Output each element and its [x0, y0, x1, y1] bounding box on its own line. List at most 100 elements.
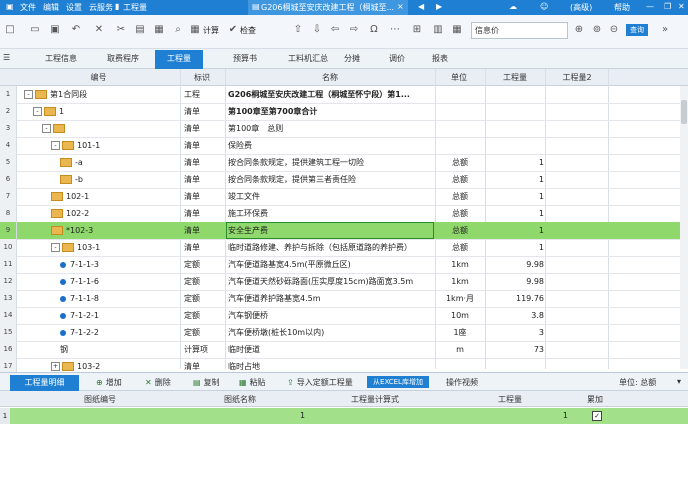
tag-cell[interactable]: 计算项: [184, 341, 224, 358]
row-number[interactable]: 16: [0, 341, 17, 358]
expand-toggle-icon[interactable]: -: [24, 90, 33, 99]
unit-cell[interactable]: 总额: [437, 205, 483, 222]
tag-cell[interactable]: 清单: [184, 120, 224, 137]
tag-cell[interactable]: 清单: [184, 239, 224, 256]
unit-cell[interactable]: 10m: [437, 307, 483, 324]
code-cell[interactable]: 7-1-1-6: [20, 273, 177, 290]
move-down-icon[interactable]: ⇩: [312, 25, 322, 35]
name-cell[interactable]: 第100章 总则: [228, 120, 433, 137]
name-cell[interactable]: 汽车便道路基宽4.5m(平原微丘区): [228, 256, 433, 273]
name-cell[interactable]: 按合同条款规定，提供第三者责任险: [228, 171, 433, 188]
user-level[interactable]: (高级): [570, 2, 592, 13]
quantity-cell[interactable]: 3: [487, 324, 544, 341]
header-drawing-name[interactable]: 图纸名称: [185, 394, 295, 405]
code-cell[interactable]: 7-1-2-1: [20, 307, 177, 324]
close-window-icon[interactable]: ✕: [678, 2, 685, 11]
row-number[interactable]: 2: [0, 103, 17, 120]
header-detail-quantity[interactable]: 工程量: [470, 394, 550, 405]
quantity-cell[interactable]: [487, 120, 544, 137]
tag-cell[interactable]: 清单: [184, 222, 224, 239]
quantity-cell[interactable]: 1: [487, 239, 544, 256]
back-icon[interactable]: ◀: [418, 2, 424, 11]
table-row[interactable]: 5 -a 清单 按合同条款规定，提供建筑工程一切险 总额 1: [0, 154, 682, 172]
help-menu[interactable]: 帮助: [614, 2, 630, 13]
table-row[interactable]: 10 - 103-1 清单 临时道路修建、养护与拆除（包括原道路的养护费） 总额 1: [0, 239, 682, 257]
unit-cell[interactable]: 1km: [437, 273, 483, 290]
unit-cell[interactable]: 1km·月: [437, 290, 483, 307]
video-link[interactable]: 操作视频: [446, 377, 478, 388]
query-button[interactable]: 查询: [626, 24, 648, 36]
quantity-cell[interactable]: [487, 103, 544, 120]
user-icon[interactable]: ☺: [540, 2, 548, 11]
code-cell[interactable]: 102-1: [20, 188, 177, 205]
expand-toggle-icon[interactable]: -: [42, 124, 51, 133]
tag-cell[interactable]: 清单: [184, 205, 224, 222]
open-icon[interactable]: ▭: [30, 25, 40, 35]
code-cell[interactable]: - 103-1: [20, 239, 177, 256]
detail-quantity-cell[interactable]: 1: [470, 408, 568, 424]
move-up-icon[interactable]: ⇧: [293, 25, 303, 35]
menu-settings[interactable]: 设置: [66, 2, 82, 13]
unit-cell[interactable]: m: [437, 341, 483, 358]
row-number[interactable]: 8: [0, 205, 17, 222]
omega-icon[interactable]: Ω: [369, 25, 379, 35]
header-tag[interactable]: 标识: [182, 72, 222, 83]
tab-list-icon[interactable]: ☰: [3, 53, 10, 62]
row-number[interactable]: 1: [0, 86, 17, 103]
paste-detail-button[interactable]: ▦ 粘贴: [239, 377, 266, 388]
tab-fee-procedure[interactable]: 取费程序: [107, 53, 139, 64]
filter-icon[interactable]: ⋯: [390, 25, 400, 35]
code-cell[interactable]: 7-1-1-8: [20, 290, 177, 307]
drawing-no-cell[interactable]: [30, 408, 170, 424]
accumulate-checkbox[interactable]: ✓: [592, 411, 602, 421]
row-number[interactable]: 7: [0, 188, 17, 205]
new-icon[interactable]: □: [5, 25, 15, 35]
unit-cell[interactable]: 总额: [437, 154, 483, 171]
delete-icon[interactable]: ✕: [94, 25, 104, 35]
name-cell[interactable]: 安全生产费: [228, 222, 433, 239]
name-cell[interactable]: 汽车便桥墩(桩长10m以内): [228, 324, 433, 341]
name-cell[interactable]: 竣工文件: [228, 188, 433, 205]
name-cell[interactable]: 临时道路修建、养护与拆除（包括原道路的养护费）: [228, 239, 433, 256]
row-number[interactable]: 10: [0, 239, 17, 256]
tag-cell[interactable]: 清单: [184, 188, 224, 205]
code-cell[interactable]: -: [20, 120, 177, 137]
search-input[interactable]: 信息价: [471, 22, 568, 39]
row-number[interactable]: 4: [0, 137, 17, 154]
name-cell[interactable]: 汽车便道养护路基宽4.5m: [228, 290, 433, 307]
row-number[interactable]: 14: [0, 307, 17, 324]
row-number[interactable]: 13: [0, 290, 17, 307]
expand-toggle-icon[interactable]: -: [33, 107, 42, 116]
row-number[interactable]: 9: [0, 222, 17, 239]
copy-icon[interactable]: ▤: [135, 25, 145, 35]
header-quantity[interactable]: 工程量: [486, 72, 544, 83]
quantity-cell[interactable]: 1: [487, 205, 544, 222]
name-cell[interactable]: 汽车便道天然砂砾路面(压实厚度15cm)路面宽3.5m: [228, 273, 433, 290]
add-detail-button[interactable]: ⊕ 增加: [96, 377, 122, 388]
paste-icon[interactable]: ▦: [154, 25, 164, 35]
unit-cell[interactable]: 总额: [437, 239, 483, 256]
check-icon[interactable]: ✔: [228, 25, 238, 35]
quantity-cell[interactable]: 1: [487, 222, 544, 239]
tag-cell[interactable]: 定额: [184, 273, 224, 290]
expand-toggle-icon[interactable]: +: [51, 362, 60, 371]
restore-icon[interactable]: ❐: [664, 2, 671, 11]
quantity-cell[interactable]: 73: [487, 341, 544, 358]
header-formula[interactable]: 工程量计算式: [300, 394, 450, 405]
row-number[interactable]: 11: [0, 256, 17, 273]
menu-edit[interactable]: 编辑: [43, 2, 59, 13]
document-tab[interactable]: ▤ G206桐城至安庆改建工程（桐城至... ×: [248, 0, 408, 15]
quantity-cell[interactable]: 9.98: [487, 273, 544, 290]
level-up-icon[interactable]: ⇦: [330, 25, 340, 35]
table-row[interactable]: 3 - 清单 第100章 总则: [0, 120, 682, 138]
quantity-cell[interactable]: [487, 86, 544, 103]
formula-cell[interactable]: 1: [300, 408, 310, 424]
header-accumulate[interactable]: 累加: [580, 394, 610, 405]
table-row[interactable]: 9 *102-3 清单 安全生产费 总额 1: [0, 222, 682, 240]
code-cell[interactable]: -a: [20, 154, 177, 171]
collapse-icon[interactable]: ▾: [677, 377, 681, 386]
code-cell[interactable]: -b: [20, 171, 177, 188]
table-row[interactable]: 14 7-1-2-1 定额 汽车钢便桥 10m 3.8: [0, 307, 682, 325]
find-icon[interactable]: ⌕: [173, 25, 183, 35]
name-cell[interactable]: 第100章至第700章合计: [228, 103, 433, 120]
